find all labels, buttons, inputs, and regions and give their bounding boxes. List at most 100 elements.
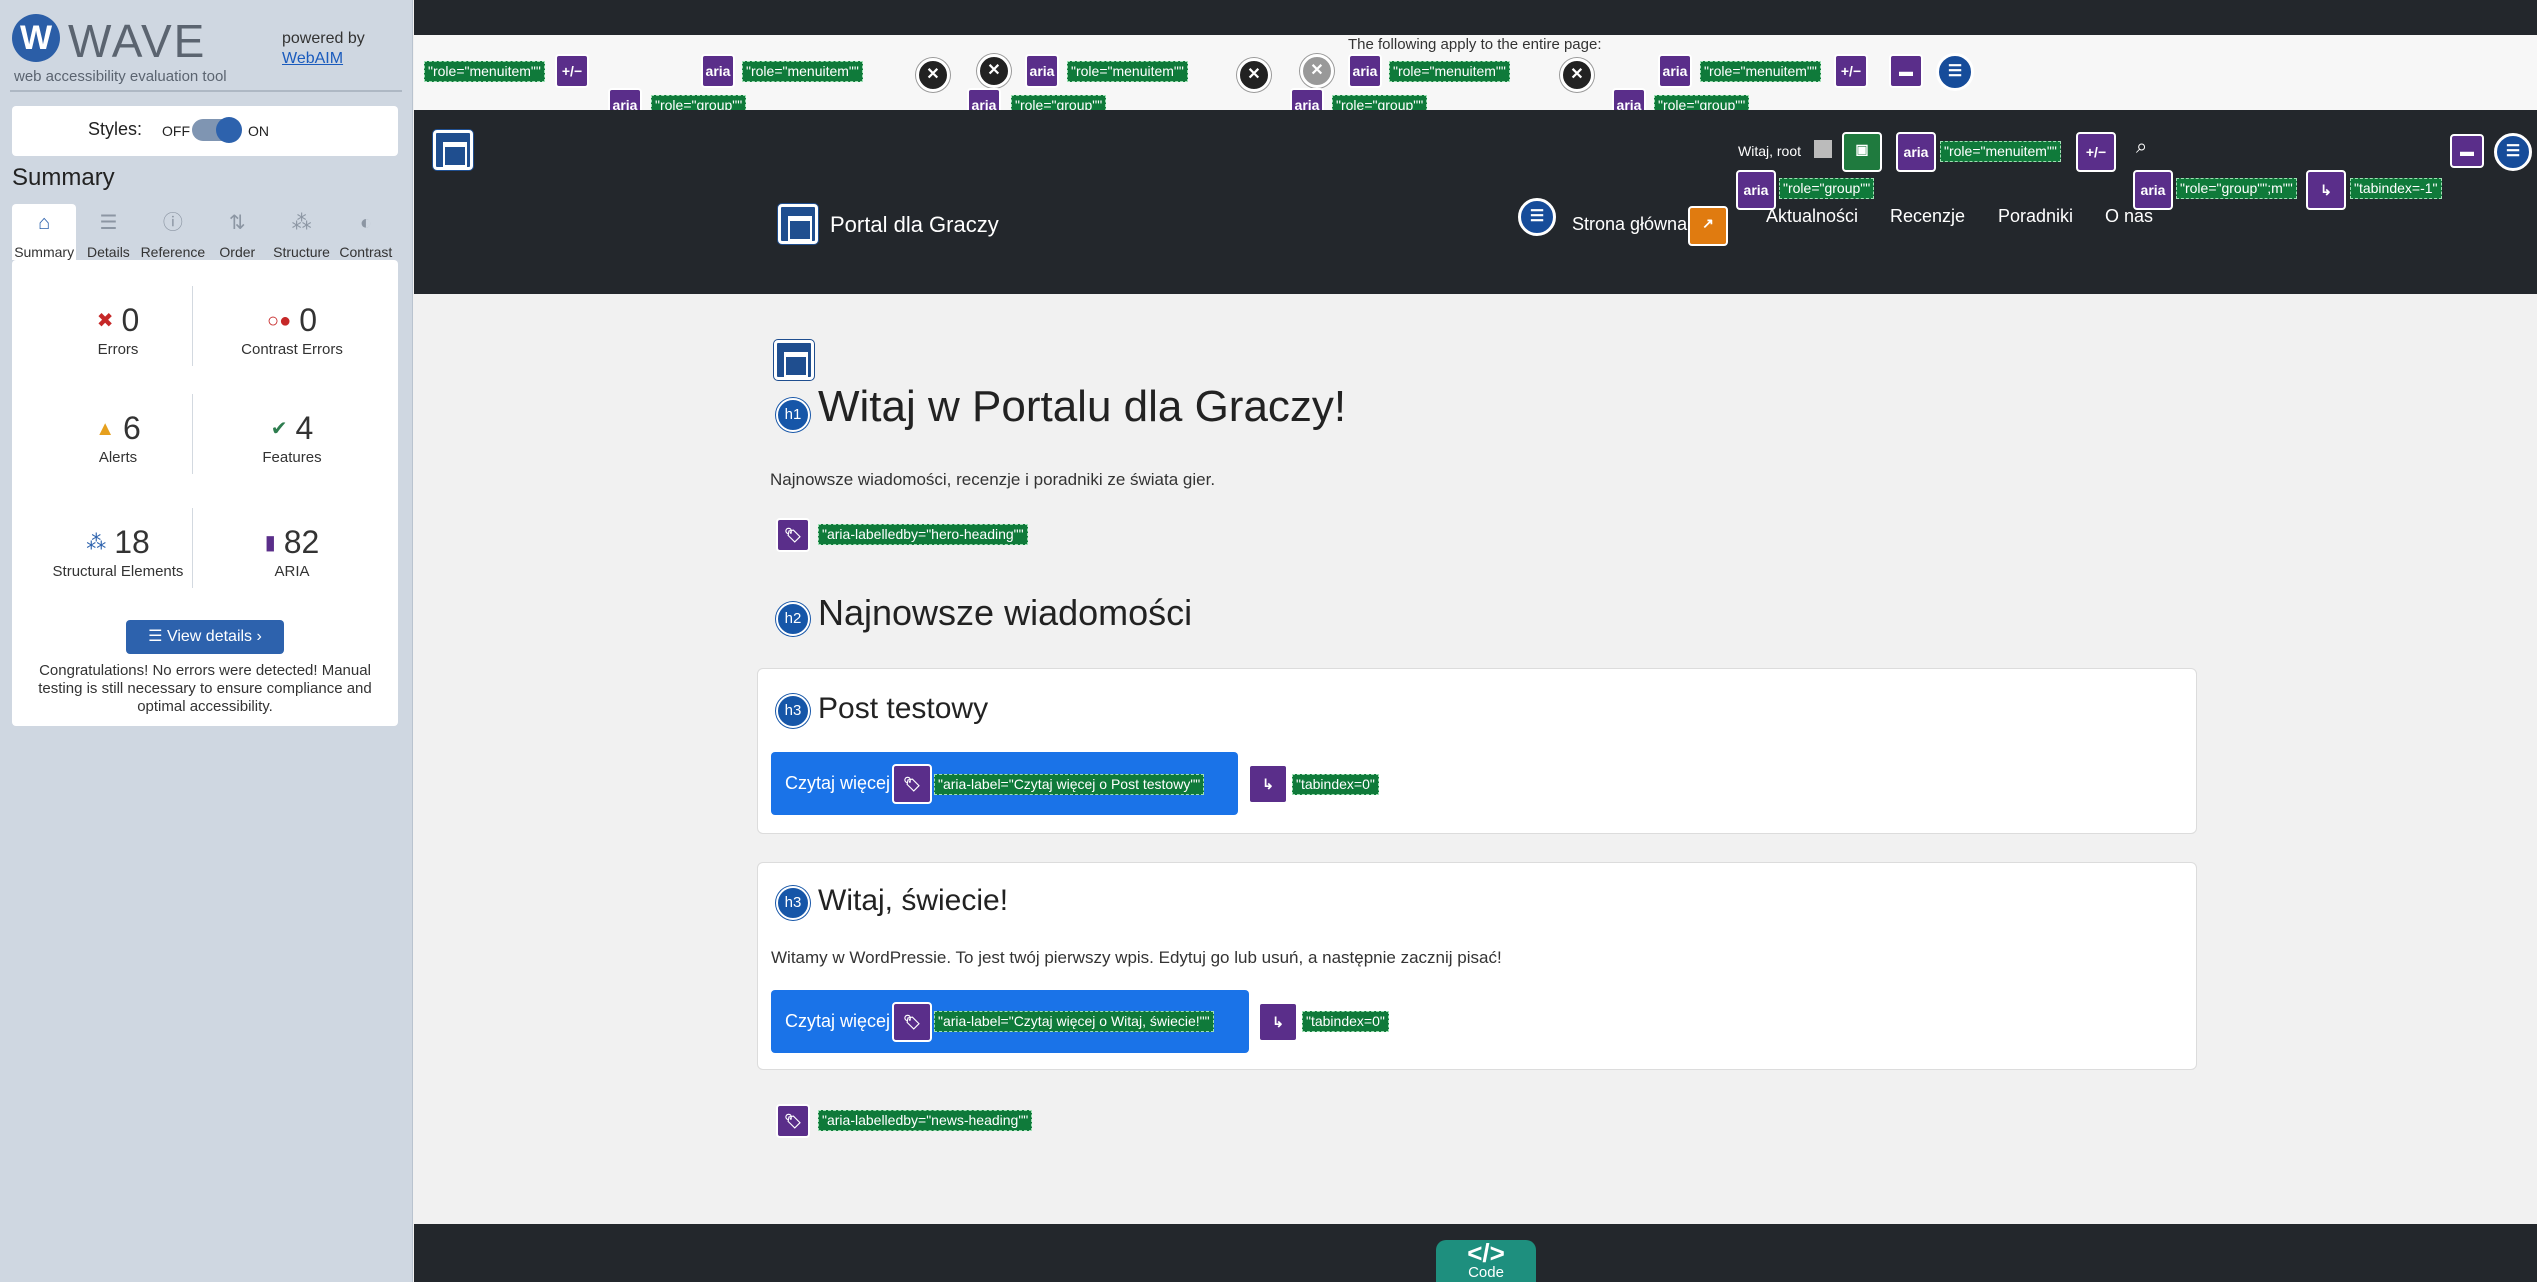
alert-icon: ▲ [95,418,115,440]
tabindex-tag[interactable]: "tabindex=0" [1302,1011,1389,1032]
role-group-tag[interactable]: "role="group"";m"" [2176,178,2297,199]
nav-news[interactable]: Aktualności [1766,206,1858,227]
tabindex-icon[interactable]: ↳ [1248,764,1288,804]
aria-label-tag-icon[interactable]: 🏷 [776,518,810,552]
list-structure-icon[interactable]: ☰ [2494,133,2532,171]
tab-contrast[interactable]: ◐ Contrast [333,204,398,260]
h3-badge-icon[interactable]: h3 [776,694,810,728]
tab-label: Summary [14,244,75,260]
aria-icon[interactable]: aria [1025,54,1059,88]
aria-hidden-icon[interactable]: ▬ [1889,54,1923,88]
features-label: Features [262,449,322,466]
order-icon: ⇅ [228,212,246,234]
info-icon: ⓘ [162,212,183,234]
styles-toggle-knob[interactable] [216,117,242,143]
tabindex-icon[interactable]: ↳ [1258,1002,1298,1042]
h1-badge-icon[interactable]: h1 [776,398,810,432]
aria-labelledby-tag[interactable]: "aria-labelledby="hero-heading"" [818,524,1028,545]
image-alt-icon[interactable]: ▣ [1842,132,1882,172]
post-title[interactable]: Post testowy [818,692,988,726]
search-icon[interactable]: ⌕ [2136,136,2147,159]
read-more-label: Czytaj więcej [785,773,891,793]
tabindex-tag[interactable]: "tabindex=0" [1292,774,1379,795]
powered-by-label: powered by [282,30,365,47]
hidden-icon[interactable]: ✕ [1300,54,1334,88]
role-menuitem-tag[interactable]: "role="menuitem"" [424,61,545,82]
hidden-icon[interactable]: ✕ [1560,58,1594,92]
role-group-tag[interactable]: "role="group"" [1779,178,1875,199]
list-structure-icon[interactable]: ☰ [1518,198,1556,236]
alert-redundant-link-icon[interactable]: ↗ [1688,206,1728,246]
post-title[interactable]: Witaj, świecie! [818,884,1008,918]
header-landmark-icon[interactable] [433,130,473,170]
tab-summary[interactable]: ⌂ Summary [12,204,77,260]
code-icon: </> [1467,1238,1505,1268]
main-landmark-icon[interactable] [774,340,814,380]
aria-label-tag-icon[interactable]: 🏷 [892,1002,932,1042]
aria-label-tag-icon[interactable]: 🏷 [776,1104,810,1138]
list-structure-icon[interactable]: ☰ [1936,53,1974,91]
tab-structure[interactable]: ⁂ Structure [269,204,334,260]
aria-menu-icon[interactable]: +/− [555,54,589,88]
nav-home[interactable]: Strona główna [1572,214,1687,235]
styles-label: Styles: [88,119,143,139]
tabindex-icon[interactable]: ↳ [2306,170,2346,210]
summary-heading: Summary [12,164,115,191]
wave-logo-icon: W [12,14,60,62]
nav-reviews[interactable]: Recenzje [1890,206,1965,227]
aria-menu-icon[interactable]: +/− [1834,54,1868,88]
admin-bar [414,0,2537,35]
aria-label-tag-icon[interactable]: 🏷 [892,764,932,804]
role-menuitem-tag[interactable]: "role="menuitem"" [1700,61,1821,82]
welcome-user[interactable]: Witaj, root [1738,143,1801,159]
hidden-icon[interactable]: ✕ [1237,58,1271,92]
aria-icon[interactable]: aria [1348,54,1382,88]
hero-heading: Witaj w Portalu dla Graczy! [818,382,1347,431]
tab-order[interactable]: ⇅ Order [205,204,270,260]
aria-icon[interactable]: aria [2133,170,2173,210]
hidden-icon[interactable]: ✕ [916,58,950,92]
aria-hidden-icon[interactable]: ▬ [2450,134,2484,168]
nav-about[interactable]: O nas [2105,206,2153,227]
tabindex-tag[interactable]: "tabindex=-1" [2350,178,2442,199]
structural-count: 18 [114,524,150,560]
news-heading: Najnowsze wiadomości [818,592,1193,633]
aria-label-tag[interactable]: "aria-label="Czytaj więcej o Post testow… [934,774,1205,795]
list-icon: ☰ [99,212,118,234]
aria-labelledby-tag[interactable]: "aria-labelledby="news-heading"" [818,1110,1033,1131]
errors-label: Errors [97,341,139,358]
stat-divider [192,286,193,366]
avatar[interactable] [1814,140,1832,158]
aria-menu-icon[interactable]: +/− [2076,132,2116,172]
nav-guides[interactable]: Poradniki [1998,206,2073,227]
banner-landmark-icon[interactable] [778,204,818,244]
role-menuitem-tag[interactable]: "role="menuitem"" [1940,141,2061,162]
aria-icon[interactable]: aria [701,54,735,88]
view-details-button[interactable]: ☰ View details › [126,620,284,654]
structure-icon: ⁂ [86,532,107,554]
post-excerpt: Witamy w WordPressie. To jest twój pierw… [771,948,1502,967]
aria-icon[interactable]: aria [1896,132,1936,172]
tab-label: Order [219,244,256,260]
read-more-label: Czytaj więcej [785,1011,891,1031]
webaim-link[interactable]: WebAIM [282,50,343,68]
hidden-icon[interactable]: ✕ [977,54,1011,88]
tab-reference[interactable]: ⓘ Reference [140,204,206,260]
h3-badge-icon[interactable]: h3 [776,886,810,920]
h2-badge-icon[interactable]: h2 [776,602,810,636]
styles-on-label: ON [248,123,269,139]
role-menuitem-tag[interactable]: "role="menuitem"" [1067,61,1188,82]
role-menuitem-tag[interactable]: "role="menuitem"" [742,61,863,82]
tab-details[interactable]: ☰ Details [76,204,141,260]
aria-label-tag[interactable]: "aria-label="Czytaj więcej o Witaj, świe… [934,1011,1214,1032]
summary-card: ✖ 0 Errors ○● 0 Contrast Errors ▲ 6 Alerts … [12,260,398,726]
aria-icon[interactable]: aria [1736,170,1776,210]
contrast-error-icon: ○● [267,310,292,332]
aria-label: ARIA [274,563,310,580]
tab-label: Details [87,244,130,260]
code-toggle-button[interactable]: </> Code [1436,1240,1536,1282]
role-menuitem-tag[interactable]: "role="menuitem"" [1389,61,1510,82]
stat-divider [192,394,193,474]
aria-icon[interactable]: aria [1658,54,1692,88]
site-title[interactable]: Portal dla Graczy [830,212,999,238]
